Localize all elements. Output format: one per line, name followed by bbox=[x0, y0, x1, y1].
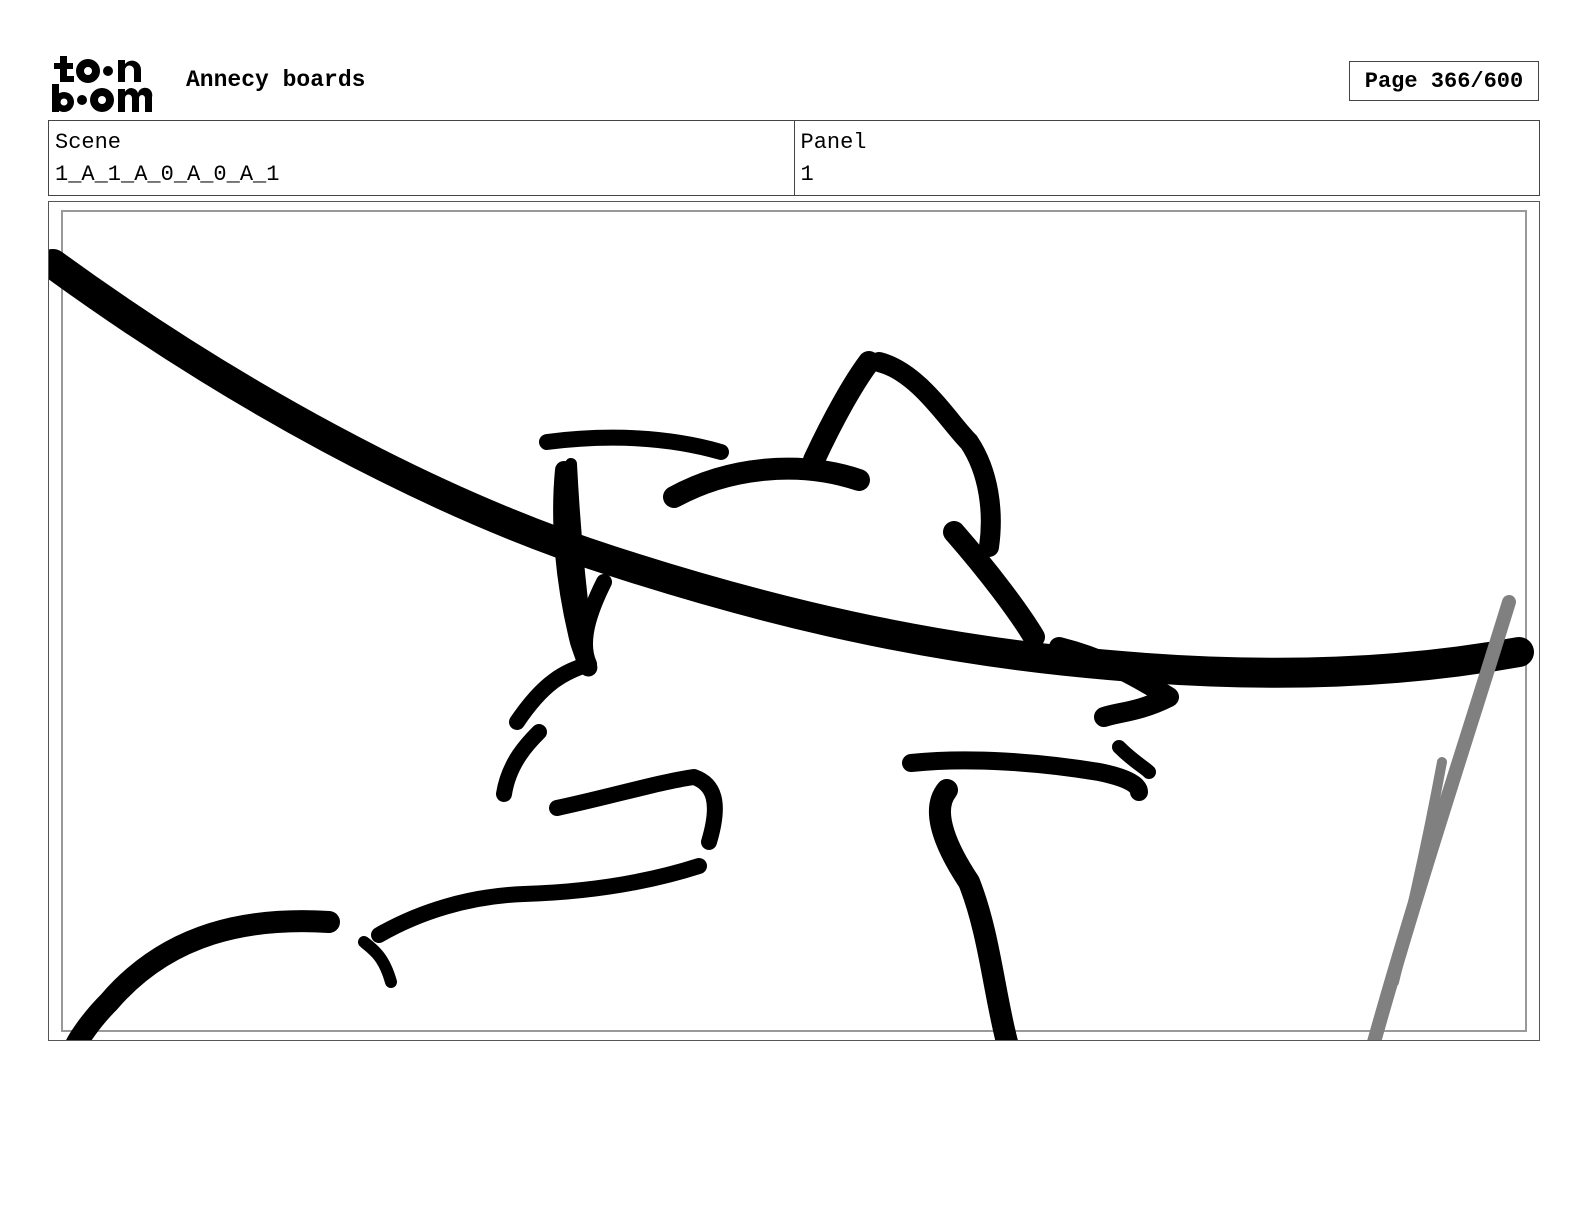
toon-boom-logo bbox=[52, 56, 153, 112]
neck-line bbox=[929, 779, 1018, 1040]
hat-crown bbox=[663, 457, 870, 508]
head-left bbox=[509, 574, 612, 730]
board-title: Annecy boards bbox=[186, 67, 366, 93]
scene-value: 1_A_1_A_0_A_0_A_1 bbox=[55, 162, 280, 187]
cheek-left bbox=[496, 724, 547, 802]
panel-label: Panel bbox=[800, 130, 867, 155]
arm-upper bbox=[549, 769, 723, 850]
knob-end bbox=[358, 936, 397, 988]
scene-cell: Scene 1_A_1_A_0_A_0_A_1 bbox=[49, 121, 794, 195]
panel-sketch bbox=[49, 249, 1534, 1040]
ear-left bbox=[803, 351, 880, 471]
scene-panel-info: Scene 1_A_1_A_0_A_0_A_1 Panel 1 bbox=[48, 120, 1540, 196]
panel-cell: Panel 1 bbox=[793, 121, 1540, 195]
scene-label: Scene bbox=[55, 130, 122, 155]
arm-lower bbox=[371, 858, 707, 943]
page-indicator: Page 366/600 bbox=[1349, 61, 1539, 101]
hat-left-stroke bbox=[539, 429, 729, 460]
gray-stroke-short bbox=[1389, 757, 1447, 987]
panel-value: 1 bbox=[800, 162, 814, 187]
knob bbox=[66, 910, 340, 1040]
storyboard-panel bbox=[48, 201, 1540, 1041]
ear-right bbox=[869, 352, 1001, 557]
nose-right bbox=[1112, 740, 1156, 779]
